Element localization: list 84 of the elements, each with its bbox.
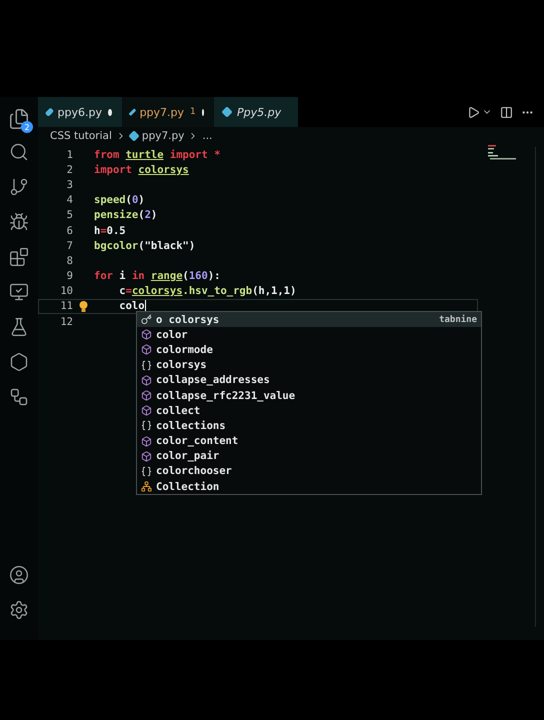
suggestion-label: color_pair — [156, 450, 220, 462]
suggestion-label: color_content — [156, 435, 238, 448]
editor-tab[interactable]: ppy6.py — [38, 97, 122, 127]
suggestion-label: colormode — [156, 344, 213, 356]
python-file-icon — [128, 130, 140, 142]
line-number: 9 — [66, 270, 73, 282]
breadcrumb-item[interactable]: ppy7.py — [142, 130, 184, 142]
line-number: 3 — [66, 178, 73, 191]
cube-icon — [141, 374, 152, 386]
suggestion-item[interactable]: collapse_addresses — [137, 372, 481, 388]
suggestion-label: collapse_rfc2231_value — [156, 390, 296, 402]
code-line: from turtle import * — [94, 148, 220, 161]
suggestion-item[interactable]: Collection — [137, 479, 481, 494]
flask-icon[interactable] — [9, 317, 29, 337]
settings-icon[interactable] — [9, 600, 29, 620]
editor-tab[interactable]: Ppy5.py — [214, 97, 298, 127]
suggestion-item[interactable]: collections — [137, 418, 481, 434]
suggestion-item[interactable]: colorsys — [137, 358, 481, 373]
code-line: import colorsys — [94, 164, 189, 176]
line-number: 5 — [66, 209, 73, 222]
problem-count: 1 — [190, 107, 196, 117]
remote-monitor-icon[interactable] — [9, 282, 29, 302]
line-number: 6 — [66, 224, 73, 237]
cube-icon — [141, 450, 152, 462]
suggestion-label: o colorsys — [156, 314, 220, 326]
search-icon[interactable] — [9, 142, 29, 162]
suggestion-label: colorchooser — [156, 465, 232, 478]
cube-icon — [141, 329, 152, 340]
account-icon[interactable] — [9, 565, 29, 585]
suggestion-item[interactable]: colorchooser — [137, 464, 481, 480]
line-number: 11 — [59, 300, 73, 312]
editor-tab[interactable]: ppy7.py 1 — [122, 97, 214, 127]
line-number: 7 — [66, 240, 73, 252]
python-file-icon — [221, 106, 233, 118]
text-cursor — [144, 300, 146, 312]
run-debug-icon[interactable] — [9, 212, 29, 232]
suggestion-source: tabnine — [439, 314, 477, 325]
braces-icon — [141, 466, 152, 477]
code-line: bgcolor("black") — [94, 240, 196, 252]
suggestion-label: colorsys — [156, 359, 207, 372]
line-number: 8 — [66, 254, 73, 267]
cube-icon — [141, 390, 152, 402]
code-line: colo — [118, 300, 145, 312]
line-number: 4 — [66, 194, 73, 206]
explorer-badge: 2 — [21, 121, 33, 133]
suggestion-item[interactable]: color — [137, 327, 481, 342]
cube-icon — [141, 436, 152, 447]
suggestion-item[interactable]: color_content — [137, 434, 481, 449]
suggestion-item[interactable]: o colorsys tabnine — [137, 312, 481, 328]
suggestion-item[interactable]: colormode — [137, 342, 481, 358]
line-number: 12 — [59, 316, 73, 328]
suggestion-label: collect — [156, 404, 200, 417]
line-number: 1 — [66, 148, 73, 161]
cube-icon — [141, 405, 152, 416]
line-number: 10 — [59, 285, 73, 298]
run-icon[interactable] — [467, 106, 480, 118]
python-file-icon — [128, 108, 136, 116]
cube-icon — [141, 344, 152, 356]
suggestion-item[interactable]: color_pair — [137, 448, 481, 464]
class-icon — [141, 481, 152, 492]
hexagon-icon[interactable] — [9, 352, 29, 372]
python-file-icon — [44, 108, 54, 116]
code-line: h=0.5 — [94, 224, 126, 237]
split-editor-icon[interactable] — [500, 106, 513, 118]
breadcrumb-item[interactable]: CSS tutorial — [50, 130, 112, 142]
workflow-icon[interactable] — [9, 387, 29, 407]
key-icon — [141, 314, 152, 326]
code-line: c=colorsys.hsv_to_rgb(h,1,1) — [118, 285, 296, 298]
source-control-icon[interactable] — [9, 177, 29, 197]
extensions-icon[interactable] — [9, 247, 29, 267]
line-number: 2 — [66, 164, 73, 176]
code-line: for i in range(160): — [94, 270, 220, 282]
suggestion-label: collapse_addresses — [156, 374, 270, 386]
code-line: speed(0) — [94, 194, 145, 206]
code-line: pensize(2) — [94, 209, 158, 222]
braces-icon — [141, 360, 152, 371]
lightbulb-icon[interactable] — [79, 300, 88, 312]
suggestion-label: Collection — [156, 480, 220, 493]
braces-icon — [141, 420, 152, 432]
suggestion-item[interactable]: collect — [137, 403, 481, 418]
suggestion-label: collections — [156, 420, 226, 432]
breadcrumb-item[interactable]: ... — [202, 130, 212, 142]
suggestion-item[interactable]: collapse_rfc2231_value — [137, 388, 481, 404]
suggestion-label: color — [156, 328, 188, 341]
